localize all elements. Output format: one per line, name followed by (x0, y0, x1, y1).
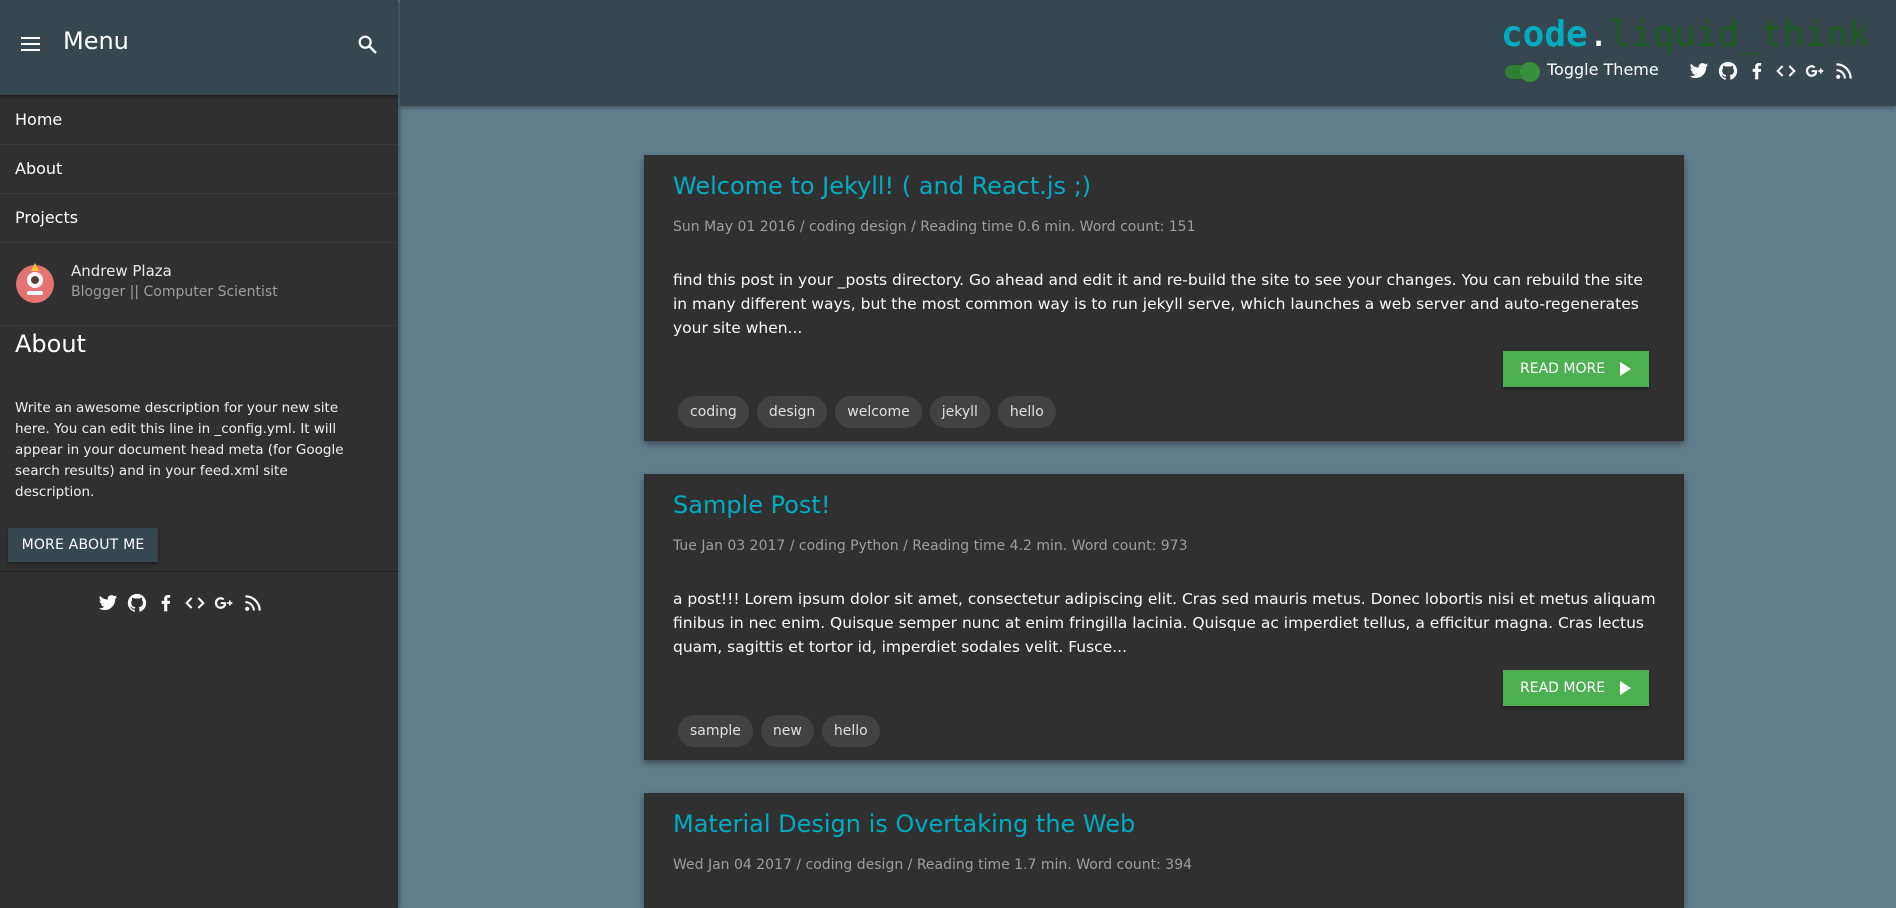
search-icon[interactable] (356, 33, 378, 55)
play-arrow-icon (1620, 681, 1631, 695)
theme-toggle-switch[interactable] (1502, 61, 1540, 82)
tag-list: sample new hello (678, 715, 888, 747)
tag-chip[interactable]: welcome (835, 396, 922, 428)
logo-liquid-think-text: liquid_think (1609, 14, 1870, 55)
sidebar-header: Menu (0, 0, 398, 96)
post-excerpt: a post!!! Lorem ipsum dolor sit amet, co… (673, 590, 1656, 656)
read-more-label: READ MORE (1520, 680, 1606, 696)
post-meta: Wed Jan 04 2017 / coding design / Readin… (673, 857, 1193, 873)
post-card: Sample Post! Tue Jan 03 2017 / coding Py… (644, 474, 1684, 760)
twitter-icon[interactable] (1689, 61, 1709, 81)
avatar (16, 263, 54, 303)
facebook-icon[interactable] (1747, 61, 1767, 81)
facebook-icon[interactable] (156, 593, 176, 613)
sidebar-divider (0, 571, 398, 572)
site-logo[interactable]: code.liquid_think (1501, 14, 1869, 55)
read-more-label: READ MORE (1520, 361, 1606, 377)
toggle-theme-label: Toggle Theme (1547, 60, 1659, 79)
play-arrow-icon (1620, 362, 1631, 376)
tag-chip[interactable]: jekyll (929, 396, 990, 428)
hamburger-menu-icon[interactable] (21, 37, 40, 51)
google-plus-icon[interactable] (214, 593, 234, 613)
tag-chip[interactable]: design (756, 396, 828, 428)
post-title[interactable]: Material Design is Overtaking the Web (673, 810, 1135, 838)
post-meta: Tue Jan 03 2017 / coding Python / Readin… (673, 538, 1188, 554)
code-icon[interactable] (1776, 61, 1796, 81)
tag-chip[interactable]: coding (678, 396, 749, 428)
github-icon[interactable] (127, 593, 147, 613)
post-title[interactable]: Welcome to Jekyll! ( and React.js ;) (673, 172, 1091, 200)
tag-chip[interactable]: new (760, 715, 814, 747)
nav-item-projects[interactable]: Projects (0, 194, 398, 243)
sidebar: Menu Home About Projects Andrew Plaza Bl… (0, 0, 398, 908)
github-icon[interactable] (1718, 61, 1738, 81)
logo-dot-text: . (1587, 14, 1610, 55)
twitter-icon[interactable] (98, 593, 118, 613)
tag-list: coding design welcome jekyll hello (678, 396, 1064, 428)
more-about-me-button[interactable]: MORE ABOUT ME (8, 528, 158, 562)
read-more-button[interactable]: READ MORE (1503, 670, 1649, 706)
profile-name: Andrew Plaza (71, 262, 172, 280)
header-social-links (1689, 61, 1863, 81)
post-meta: Sun May 01 2016 / coding design / Readin… (673, 219, 1196, 235)
read-more-button[interactable]: READ MORE (1503, 351, 1649, 387)
nav-item-about[interactable]: About (0, 145, 398, 194)
post-card: Material Design is Overtaking the Web We… (644, 793, 1684, 908)
rss-icon[interactable] (243, 593, 263, 613)
tag-chip[interactable]: sample (678, 715, 753, 747)
tag-chip[interactable]: hello (821, 715, 880, 747)
tag-chip[interactable]: hello (997, 396, 1056, 428)
about-heading: About (15, 330, 86, 358)
profile: Andrew Plaza Blogger || Computer Scienti… (0, 243, 398, 326)
rss-icon[interactable] (1834, 61, 1854, 81)
sidebar-title: Menu (63, 27, 129, 55)
logo-code-text: code (1501, 14, 1588, 55)
post-card: Welcome to Jekyll! ( and React.js ;) Sun… (644, 155, 1684, 441)
about-description: Write an awesome description for your ne… (15, 400, 344, 500)
nav-item-home[interactable]: Home (0, 96, 398, 145)
profile-role: Blogger || Computer Scientist (71, 284, 278, 300)
google-plus-icon[interactable] (1805, 61, 1825, 81)
post-title[interactable]: Sample Post! (673, 491, 830, 519)
code-icon[interactable] (185, 593, 205, 613)
sidebar-social-links (98, 593, 272, 613)
post-excerpt: find this post in your _posts directory.… (673, 271, 1643, 337)
